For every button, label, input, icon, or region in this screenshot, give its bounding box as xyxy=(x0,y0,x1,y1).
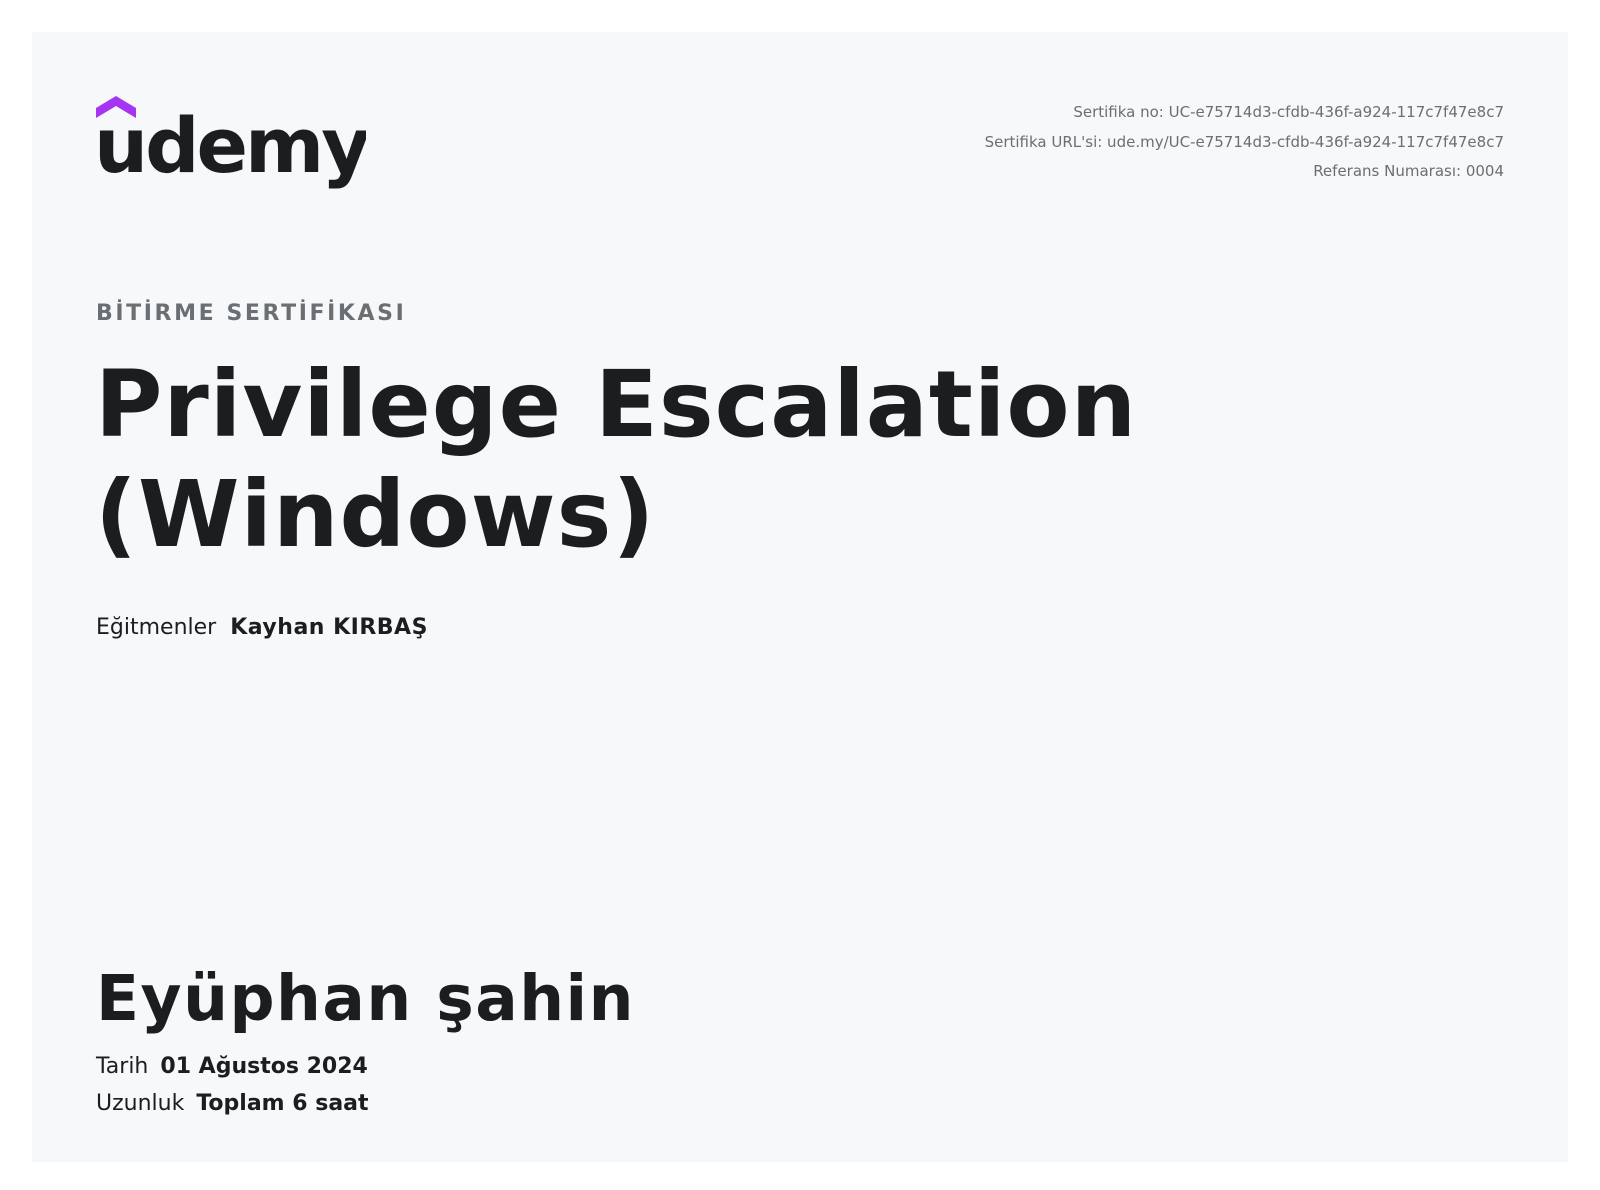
certificate-type-label: BİTİRME SERTİFİKASI xyxy=(96,301,407,326)
certificate-number: Sertifika no: UC-e75714d3-cfdb-436f-a924… xyxy=(1073,103,1504,121)
recipient-name: Eyüphan şahin xyxy=(96,962,636,1035)
instructor-name: Kayhan KIRBAŞ xyxy=(230,615,428,640)
udemy-wordmark: udemy xyxy=(96,101,366,190)
certificate-meta: Sertifika no: UC-e75714d3-cfdb-436f-a924… xyxy=(985,98,1504,187)
length-value: Toplam 6 saat xyxy=(196,1091,369,1116)
reference-number: Referans Numarası: 0004 xyxy=(1313,162,1504,180)
course-title: Privilege Escalation (Windows) xyxy=(95,350,1195,570)
course-title-line-1: Privilege Escalation xyxy=(95,351,1138,458)
udemy-logo: udemy xyxy=(96,94,366,194)
course-title-line-2: (Windows) xyxy=(95,461,656,568)
certificate-card: udemy Sertifika no: UC-e75714d3-cfdb-436… xyxy=(32,32,1568,1162)
length-label: Uzunluk xyxy=(96,1091,185,1116)
date-label: Tarih xyxy=(96,1054,149,1079)
course-length: Uzunluk Toplam 6 saat xyxy=(96,1091,369,1116)
instructors-label: Eğitmenler xyxy=(96,615,217,640)
date-value: 01 Ağustos 2024 xyxy=(160,1054,368,1079)
instructors: Eğitmenler Kayhan KIRBAŞ xyxy=(96,615,428,640)
certificate-url[interactable]: Sertifika URL'si: ude.my/UC-e75714d3-cfd… xyxy=(985,128,1504,158)
udemy-logo-mark: udemy xyxy=(96,96,366,190)
completion-date: Tarih 01 Ağustos 2024 xyxy=(96,1054,368,1079)
